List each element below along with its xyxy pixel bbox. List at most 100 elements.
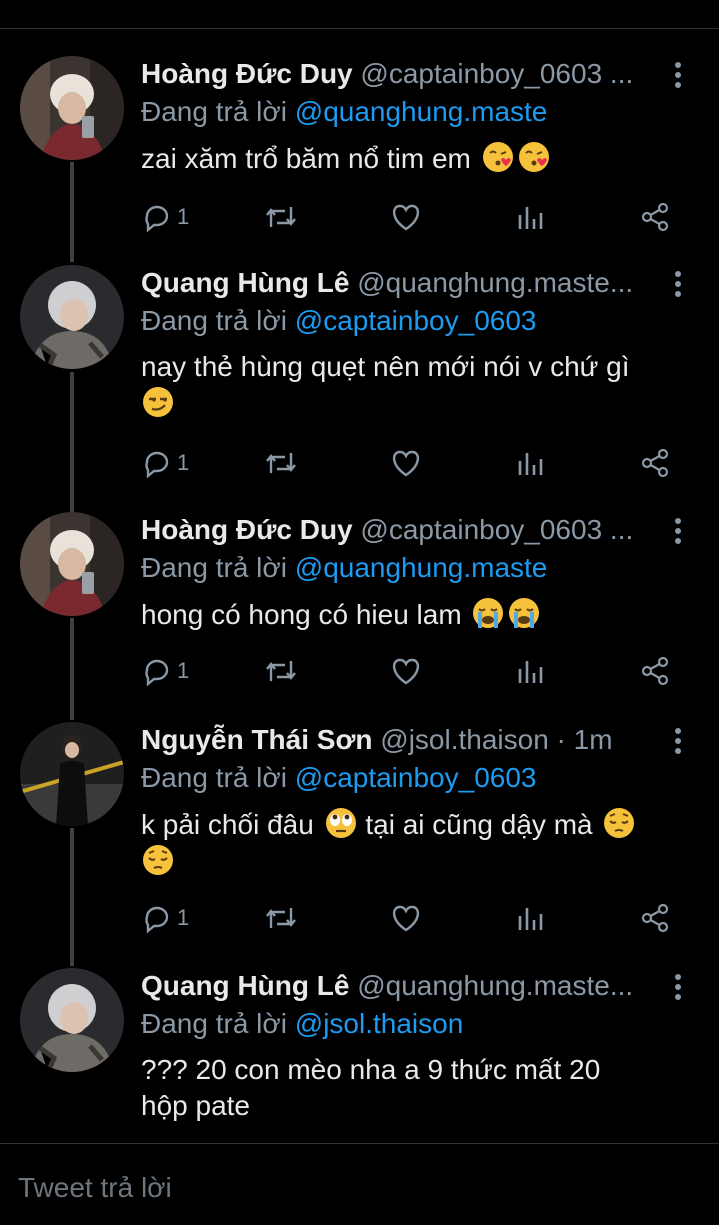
share-icon xyxy=(639,201,671,233)
reply-context: Đang trả lời @quanghung.maste xyxy=(141,94,547,130)
reply-icon xyxy=(141,902,173,934)
tweet[interactable]: Hoàng Đức Duy @captainboy_0603 ... Đang … xyxy=(0,54,719,254)
tweet-text: ??? 20 con mèo nha a 9 thức mất 20 hộp p… xyxy=(141,1052,681,1124)
analytics-button[interactable] xyxy=(515,653,545,689)
retweet-button[interactable] xyxy=(263,199,299,235)
reply-count: 1 xyxy=(177,450,190,475)
display-name[interactable]: Hoàng Đức Duy xyxy=(141,58,353,89)
user-handle: @jsol.thaison · 1m xyxy=(380,724,613,755)
tweet-actions: 1 xyxy=(141,199,681,235)
like-icon xyxy=(389,902,423,934)
reply-icon xyxy=(141,201,173,233)
mention-link[interactable]: @captainboy_0603 xyxy=(295,305,537,336)
user-handle: @captainboy_0603 ... xyxy=(360,514,634,545)
share-icon xyxy=(639,655,671,687)
reply-count: 1 xyxy=(177,658,190,683)
tweet-text-line: nay thẻ hùng quẹt nên mới nói v chứ gì xyxy=(141,351,630,382)
avatar[interactable] xyxy=(20,968,124,1072)
retweet-icon xyxy=(263,447,299,479)
analytics-button[interactable] xyxy=(515,900,545,936)
tweet[interactable]: Nguyễn Thái Sơn @jsol.thaison · 1m Đang … xyxy=(0,720,719,960)
tweet-text-line: ??? 20 con mèo nha a 9 thức mất 20 xyxy=(141,1054,601,1085)
top-divider xyxy=(0,28,719,29)
tweet-text: k pải chối đâu tại ai cũng dậy mà xyxy=(141,806,681,880)
mention-link[interactable]: @quanghung.maste xyxy=(295,552,548,583)
user-handle: @quanghung.maste... xyxy=(357,970,634,1001)
reply-button[interactable]: 1 xyxy=(141,653,189,689)
share-button[interactable] xyxy=(639,900,671,936)
share-button[interactable] xyxy=(639,445,671,481)
tweet-header: Hoàng Đức Duy @captainboy_0603 ... xyxy=(141,54,661,94)
reply-count: 1 xyxy=(177,905,190,930)
reply-prefix: Đang trả lời xyxy=(141,552,287,583)
more-icon[interactable] xyxy=(664,514,692,548)
retweet-icon xyxy=(263,902,299,934)
share-button[interactable] xyxy=(639,653,671,689)
like-button[interactable] xyxy=(389,199,423,235)
tweet-text-part: k pải chối đâu xyxy=(141,809,314,840)
more-icon[interactable] xyxy=(664,267,692,301)
reply-button[interactable]: 1 xyxy=(141,900,189,936)
like-icon xyxy=(389,201,423,233)
reply-prefix: Đang trả lời xyxy=(141,762,287,793)
retweet-button[interactable] xyxy=(263,445,299,481)
analytics-icon xyxy=(515,201,545,233)
avatar[interactable] xyxy=(20,722,124,826)
tweet-text: nay thẻ hùng quẹt nên mới nói v chứ gì xyxy=(141,349,681,422)
display-name[interactable]: Hoàng Đức Duy xyxy=(141,514,353,545)
compose-divider xyxy=(0,1143,719,1144)
analytics-button[interactable] xyxy=(515,445,545,481)
smirking-face-emoji xyxy=(141,385,175,419)
reply-button[interactable]: 1 xyxy=(141,445,189,481)
reply-compose-input[interactable]: Tweet trả lời xyxy=(18,1172,172,1204)
analytics-button[interactable] xyxy=(515,199,545,235)
analytics-icon xyxy=(515,447,545,479)
tweet-text-line: hộp pate xyxy=(141,1090,250,1121)
like-icon xyxy=(389,447,423,479)
like-button[interactable] xyxy=(389,900,423,936)
reply-prefix: Đang trả lời xyxy=(141,305,287,336)
mention-link[interactable]: @captainboy_0603 xyxy=(295,762,537,793)
retweet-icon xyxy=(263,655,299,687)
reply-icon xyxy=(141,655,173,687)
tweet-header: Nguyễn Thái Sơn @jsol.thaison · 1m xyxy=(141,720,661,760)
tweet[interactable]: Quang Hùng Lê @quanghung.maste... Đang t… xyxy=(0,966,719,1136)
mention-link[interactable]: @jsol.thaison xyxy=(295,1008,464,1039)
display-name[interactable]: Quang Hùng Lê xyxy=(141,970,349,1001)
like-button[interactable] xyxy=(389,445,423,481)
reply-context: Đang trả lời @jsol.thaison xyxy=(141,1006,463,1042)
user-handle: @quanghung.maste... xyxy=(357,267,634,298)
tweet[interactable]: Hoàng Đức Duy @captainboy_0603 ... Đang … xyxy=(0,510,719,710)
share-button[interactable] xyxy=(639,199,671,235)
reply-context: Đang trả lời @captainboy_0603 xyxy=(141,760,536,796)
tweet-header: Quang Hùng Lê @quanghung.maste... xyxy=(141,263,661,303)
reply-context: Đang trả lời @captainboy_0603 xyxy=(141,303,536,339)
tweet[interactable]: Quang Hùng Lê @quanghung.maste... Đang t… xyxy=(0,263,719,503)
loudly-crying-face-emoji xyxy=(471,596,505,630)
avatar[interactable] xyxy=(20,56,124,160)
display-name[interactable]: Nguyễn Thái Sơn xyxy=(141,724,372,755)
display-name[interactable]: Quang Hùng Lê xyxy=(141,267,349,298)
more-icon[interactable] xyxy=(664,724,692,758)
mention-link[interactable]: @quanghung.maste xyxy=(295,96,548,127)
tweet-text-line: hong có hong có hieu lam xyxy=(141,599,462,630)
tweet-text: hong có hong có hieu lam xyxy=(141,596,681,633)
tweet-header: Hoàng Đức Duy @captainboy_0603 ... xyxy=(141,510,661,550)
retweet-button[interactable] xyxy=(263,653,299,689)
retweet-button[interactable] xyxy=(263,900,299,936)
like-button[interactable] xyxy=(389,653,423,689)
share-icon xyxy=(639,447,671,479)
avatar[interactable] xyxy=(20,265,124,369)
more-icon[interactable] xyxy=(664,970,692,1004)
reply-button[interactable]: 1 xyxy=(141,199,189,235)
retweet-icon xyxy=(263,201,299,233)
tweet-actions: 1 xyxy=(141,445,681,481)
tweet-text: zai xăm trổ băm nổ tim em xyxy=(141,140,681,177)
share-icon xyxy=(639,902,671,934)
avatar[interactable] xyxy=(20,512,124,616)
tweet-text-line: zai xăm trổ băm nổ tim em xyxy=(141,143,471,174)
reply-prefix: Đang trả lời xyxy=(141,96,287,127)
more-icon[interactable] xyxy=(664,58,692,92)
user-handle: @captainboy_0603 ... xyxy=(360,58,634,89)
face-blowing-kiss-emoji xyxy=(517,140,551,174)
